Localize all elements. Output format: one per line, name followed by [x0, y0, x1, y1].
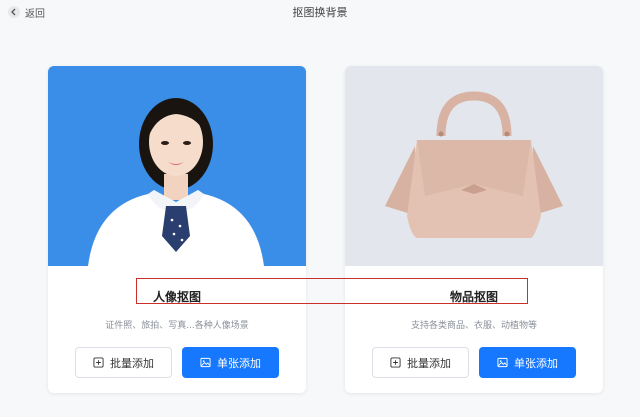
batch-add-icon — [390, 357, 401, 368]
portrait-single-add-button[interactable]: 单张添加 — [182, 347, 279, 378]
object-cutout-card[interactable]: 物品抠图 支持各类商品、衣服、动植物等 批量添加 单张添加 — [345, 66, 603, 393]
top-bar: 返回 抠图换背景 — [0, 0, 640, 26]
portrait-cutout-description: 证件照、旅拍、写真...各种人像场景 — [105, 321, 249, 331]
portrait-batch-add-button[interactable]: 批量添加 — [75, 347, 172, 378]
portrait-single-add-label: 单张添加 — [217, 356, 261, 370]
object-single-add-button[interactable]: 单张添加 — [479, 347, 576, 378]
object-cutout-title: 物品抠图 — [450, 290, 499, 304]
image-icon — [497, 357, 508, 368]
object-batch-add-label: 批量添加 — [407, 356, 451, 370]
portrait-cutout-card[interactable]: 人像抠图 证件照、旅拍、写真...各种人像场景 批量添加 单张添加 — [48, 66, 306, 393]
object-single-add-label: 单张添加 — [514, 356, 558, 370]
page-title: 抠图换背景 — [292, 6, 348, 19]
portrait-cutout-title: 人像抠图 — [153, 290, 202, 304]
portrait-image — [48, 66, 306, 266]
object-batch-add-button[interactable]: 批量添加 — [372, 347, 469, 378]
handbag-image — [345, 66, 603, 266]
image-icon — [200, 357, 211, 368]
portrait-batch-add-label: 批量添加 — [110, 356, 154, 370]
batch-add-icon — [93, 357, 104, 368]
object-cutout-description: 支持各类商品、衣服、动植物等 — [410, 321, 537, 331]
